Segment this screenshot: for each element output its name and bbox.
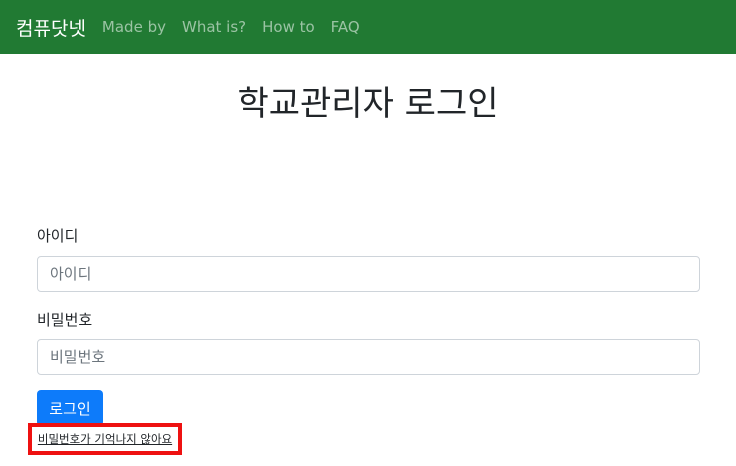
- brand-logo[interactable]: 컴퓨닷넷: [16, 14, 86, 41]
- nav-link-how-to[interactable]: How to: [262, 18, 315, 36]
- forgot-password-link[interactable]: 비밀번호가 기억나지 않아요: [38, 431, 172, 447]
- forgot-password-highlight: 비밀번호가 기억나지 않아요: [28, 423, 182, 455]
- page-title: 학교관리자 로그인: [237, 84, 499, 124]
- navbar: 컴퓨닷넷 Made by What is? How to FAQ: [0, 0, 736, 54]
- id-input[interactable]: [37, 256, 700, 292]
- login-button[interactable]: 로그인: [37, 390, 103, 426]
- nav-link-made-by[interactable]: Made by: [102, 18, 166, 36]
- password-input[interactable]: [37, 339, 700, 375]
- nav-link-what-is[interactable]: What is?: [182, 18, 246, 36]
- nav-link-faq[interactable]: FAQ: [331, 18, 360, 36]
- password-label: 비밀번호: [37, 311, 93, 329]
- id-label: 아이디: [37, 227, 79, 245]
